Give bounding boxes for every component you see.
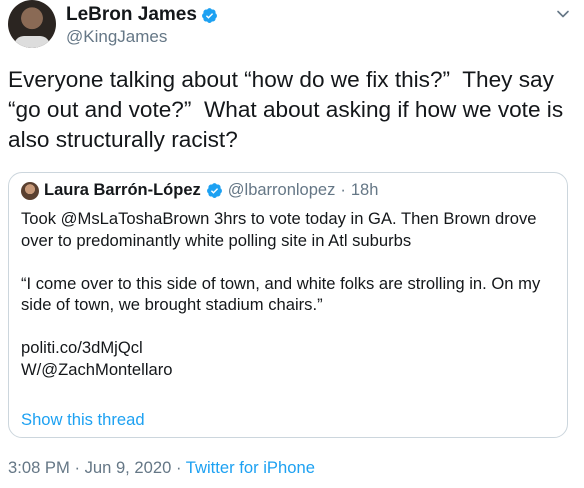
author-name-row: LeBron James xyxy=(66,4,218,26)
author-name[interactable]: LeBron James xyxy=(66,4,197,26)
tweet-meta: 3:08 PM · Jun 9, 2020 · Twitter for iPho… xyxy=(8,458,315,478)
quoted-separator: · xyxy=(340,181,346,199)
author-avatar[interactable] xyxy=(8,0,56,48)
quoted-author-handle: @lbarronlopez xyxy=(227,181,336,199)
tweet-source-link[interactable]: Twitter for iPhone xyxy=(186,458,315,477)
quoted-author-avatar xyxy=(21,181,39,200)
quoted-time: 18h xyxy=(350,181,379,199)
tweet-text: Everyone talking about “how do we fix th… xyxy=(8,67,570,152)
quoted-author-name: Laura Barrón-López xyxy=(44,181,201,199)
meta-separator: · xyxy=(175,458,182,477)
chevron-down-icon[interactable] xyxy=(556,7,570,21)
tweet-time[interactable]: 3:08 PM xyxy=(8,458,70,477)
avatar-jersey xyxy=(14,36,50,48)
show-thread-link[interactable]: Show this thread xyxy=(21,410,145,430)
quoted-tweet-card[interactable]: Laura Barrón-López @lbarronlopez · 18h T… xyxy=(8,172,568,438)
author-handle[interactable]: @KingJames xyxy=(66,27,167,47)
quoted-tweet-header: Laura Barrón-López @lbarronlopez · 18h xyxy=(21,181,378,200)
meta-separator: · xyxy=(74,458,80,477)
verified-badge-icon xyxy=(202,7,217,23)
quoted-tweet-text: Took @MsLaToshaBrown 3hrs to vote today … xyxy=(21,209,541,379)
tweet-date[interactable]: Jun 9, 2020 xyxy=(85,458,172,477)
verified-badge-icon xyxy=(206,183,222,198)
